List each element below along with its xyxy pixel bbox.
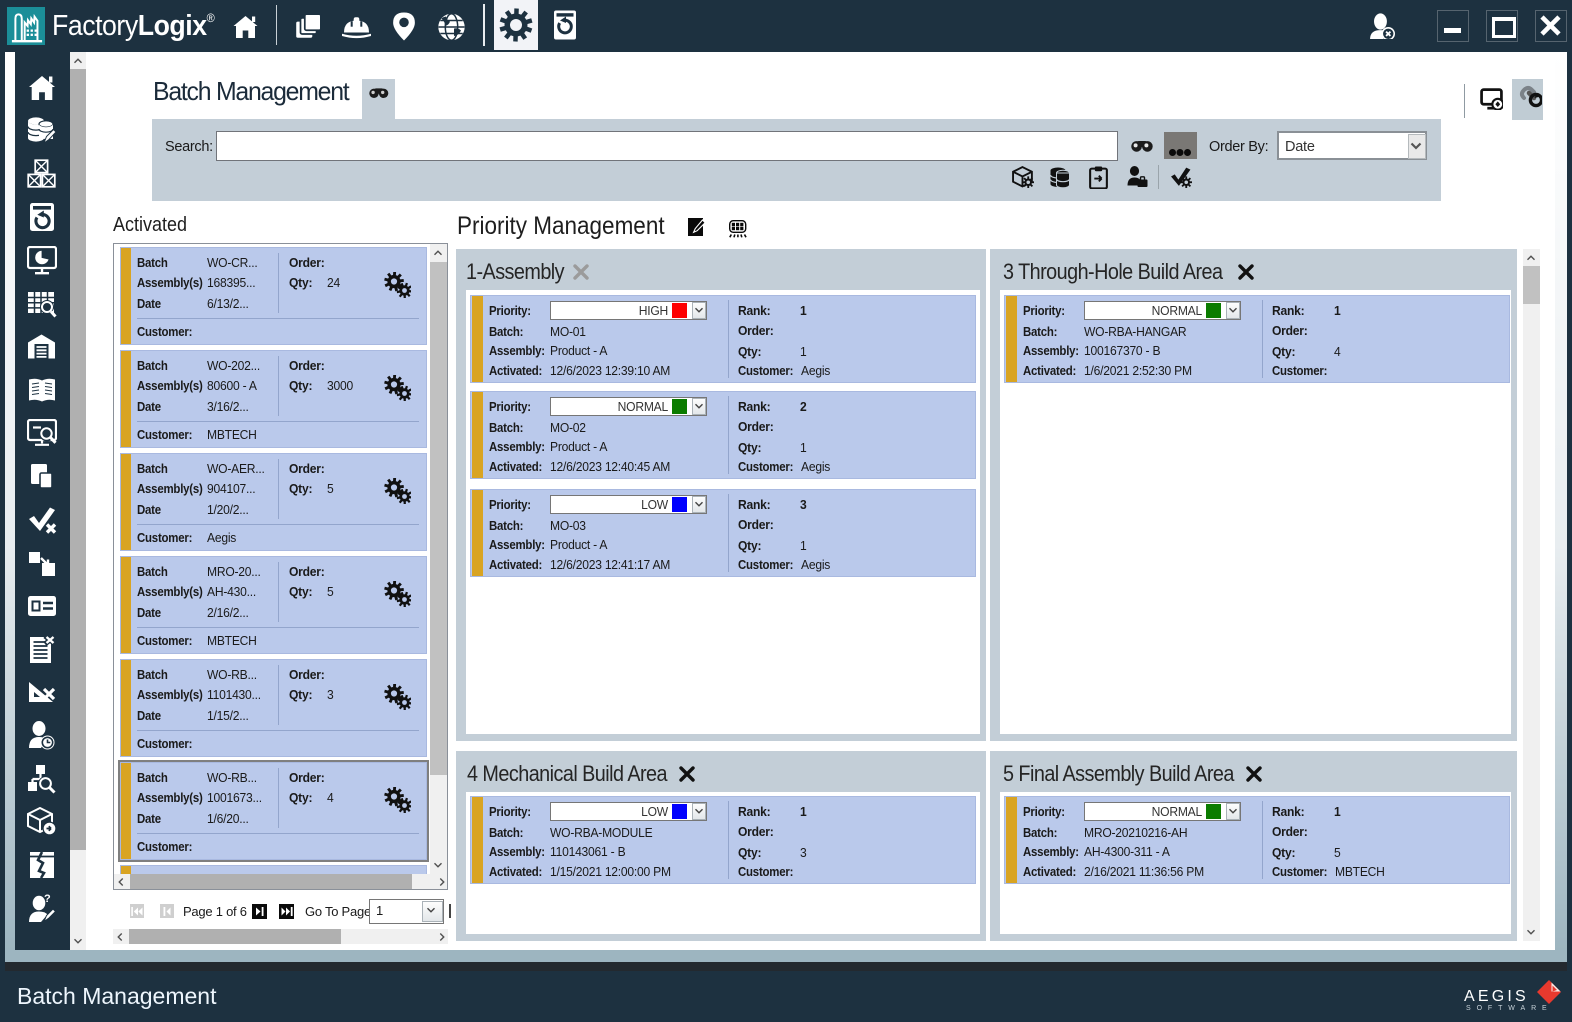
- svg-text:?: ?: [44, 893, 51, 905]
